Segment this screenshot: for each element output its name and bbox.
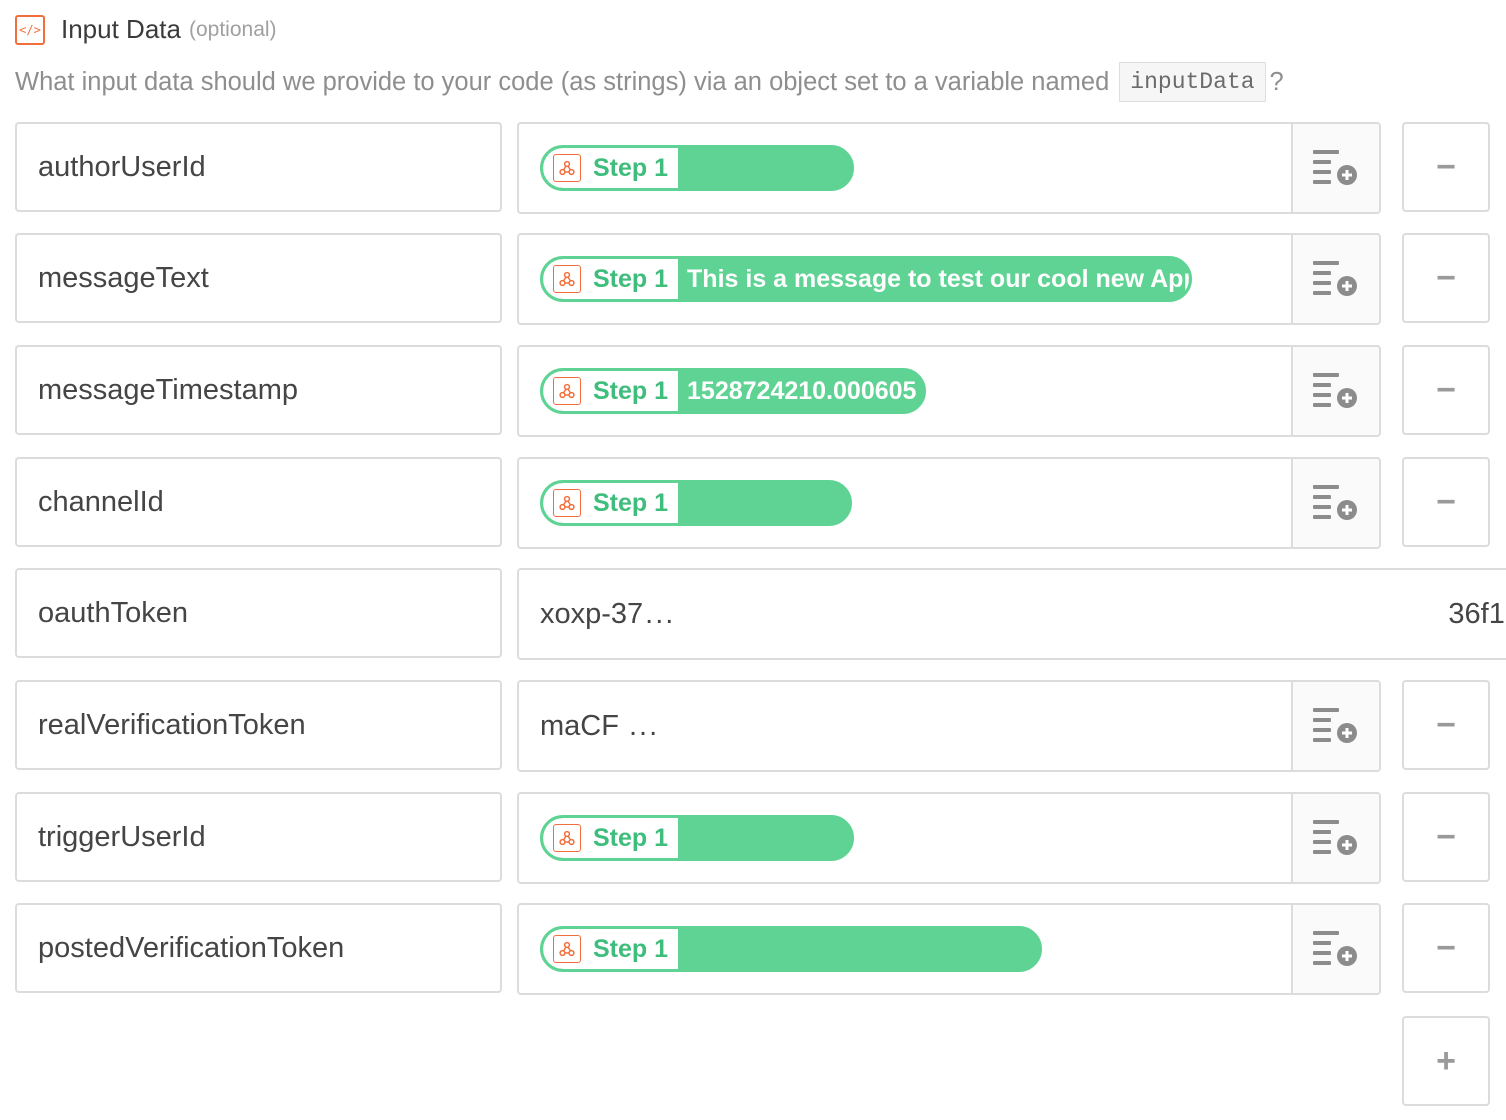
section-title: Input Data <box>61 14 181 44</box>
step-pill[interactable]: Step 1 <box>540 926 1042 972</box>
insert-field-icon[interactable] <box>1291 347 1379 435</box>
input-row: realVerificationToken maCF ... − <box>15 680 1506 772</box>
remove-row-button[interactable]: − <box>1402 345 1490 435</box>
step-pill[interactable]: Step 1 1528724210.000605 <box>540 368 926 414</box>
key-input[interactable]: authorUserId <box>15 122 502 212</box>
insert-field-icon[interactable] <box>1291 682 1379 770</box>
insert-field-icon[interactable] <box>1291 124 1379 212</box>
value-ellipsis: ... <box>645 597 676 630</box>
value-text-content: maCF <box>540 709 627 742</box>
add-row-button[interactable]: + <box>1402 1016 1490 1106</box>
key-input[interactable]: messageTimestamp <box>15 345 502 435</box>
step-pill[interactable]: Step 1 <box>540 815 854 861</box>
step-pill[interactable]: Step 1 <box>540 145 854 191</box>
value-content: Step 1 <box>540 124 854 212</box>
webhook-icon <box>553 154 581 182</box>
section-header: </> Input Data (optional) <box>15 14 277 45</box>
value-content: xoxp-37... <box>540 570 675 658</box>
pill-value: 1528724210.000605 <box>687 376 917 405</box>
input-row: messageTimestamp Step 1 1528724210.000605 − <box>15 345 1506 437</box>
key-input[interactable]: messageText <box>15 233 502 323</box>
webhook-icon <box>553 935 581 963</box>
value-input[interactable]: Step 1 This is a message to test our cool… <box>517 233 1381 325</box>
value-content: Step 1 <box>540 794 854 882</box>
step-label: Step 1 <box>593 376 669 405</box>
input-row: oauthToken xoxp-37... 36f15 <box>15 568 1506 660</box>
remove-row-button[interactable]: − <box>1402 680 1490 770</box>
value-text: maCF ... <box>540 710 659 743</box>
step-label: Step 1 <box>593 153 669 182</box>
value-text-content: xoxp-37 <box>540 597 644 630</box>
insert-field-icon[interactable] <box>1291 235 1379 323</box>
step-label: Step 1 <box>593 488 669 517</box>
value-input[interactable]: Step 1 <box>517 457 1381 549</box>
key-input[interactable]: channelId <box>15 457 502 547</box>
key-input[interactable]: postedVerificationToken <box>15 903 502 993</box>
webhook-icon <box>553 377 581 405</box>
step-pill[interactable]: Step 1 This is a message to test our cool… <box>540 256 1192 302</box>
insert-field-icon[interactable] <box>1291 905 1379 993</box>
insert-field-icon[interactable] <box>1291 459 1379 547</box>
input-row: postedVerificationToken Step 1 − <box>15 903 1506 995</box>
value-ellipsis: ... <box>629 709 660 742</box>
value-input[interactable]: Step 1 <box>517 792 1381 884</box>
key-input[interactable]: triggerUserId <box>15 792 502 882</box>
webhook-icon <box>553 824 581 852</box>
remove-row-button[interactable]: − <box>1402 903 1490 993</box>
pill-step-section: Step 1 <box>543 929 679 969</box>
remove-row-button[interactable]: − <box>1402 457 1490 547</box>
value-input[interactable]: xoxp-37... 36f15 <box>517 568 1506 660</box>
optional-label: (optional) <box>188 17 277 41</box>
input-row: messageText Step 1 This is a message to te… <box>15 233 1506 325</box>
help-text-body: What input data should we provide to you… <box>15 67 1110 96</box>
key-input[interactable]: realVerificationToken <box>15 680 502 770</box>
value-text: xoxp-37... <box>540 598 675 631</box>
step-pill[interactable]: Step 1 <box>540 480 852 526</box>
value-input[interactable]: Step 1 <box>517 122 1381 214</box>
help-suffix: ? <box>1269 67 1284 96</box>
remove-row-button[interactable]: − <box>1402 233 1490 323</box>
pill-step-section: Step 1 <box>543 259 679 299</box>
pill-step-section: Step 1 <box>543 818 679 858</box>
webhook-icon <box>553 265 581 293</box>
value-content: Step 1 1528724210.000605 <box>540 347 926 435</box>
input-row: authorUserId Step 1 − <box>15 122 1506 214</box>
step-label: Step 1 <box>593 934 669 963</box>
key-input[interactable]: oauthToken <box>15 568 502 658</box>
webhook-icon <box>553 489 581 517</box>
value-input[interactable]: Step 1 1528724210.000605 <box>517 345 1381 437</box>
value-input[interactable]: maCF ... <box>517 680 1381 772</box>
step-label: Step 1 <box>593 264 669 293</box>
value-content: maCF ... <box>540 682 659 770</box>
step-label: Step 1 <box>593 823 669 852</box>
value-content: Step 1 <box>540 459 852 547</box>
pill-step-section: Step 1 <box>543 483 679 523</box>
value-content: Step 1 <box>540 905 1042 993</box>
code-icon: </> <box>15 14 45 45</box>
pill-value: This is a message to test our cool new A… <box>687 264 1192 293</box>
value-content: Step 1 This is a message to test our cool… <box>540 235 1192 323</box>
value-input[interactable]: Step 1 <box>517 903 1381 995</box>
remove-row-button[interactable]: − <box>1402 792 1490 882</box>
insert-field-icon[interactable] <box>1291 794 1379 882</box>
remove-row-button[interactable]: − <box>1402 122 1490 212</box>
input-row: triggerUserId Step 1 − <box>15 792 1506 884</box>
value-text-tail: 36f15 <box>1448 597 1506 630</box>
pill-step-section: Step 1 <box>543 371 679 411</box>
pill-step-section: Step 1 <box>543 148 679 188</box>
input-row: channelId Step 1 − <box>15 457 1506 549</box>
help-code: inputData <box>1119 62 1266 102</box>
help-text: What input data should we provide to you… <box>15 62 1284 102</box>
